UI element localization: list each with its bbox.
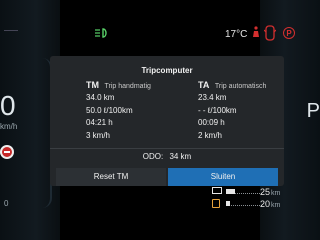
trip-auto-consumption: - - ℓ/100km: [198, 105, 237, 115]
outside-temperature: 17°C: [225, 29, 248, 40]
fuel-range-number: 20: [260, 199, 271, 209]
fuel-icon: [212, 199, 220, 208]
trip-auto-column: TA Trip automatisch 23.4 km - - ℓ/100km …: [198, 80, 266, 142]
electric-range-unit: km: [271, 190, 281, 197]
trip-auto-code: TA: [198, 80, 210, 90]
trip-auto-header: TA Trip automatisch: [198, 80, 266, 92]
lights-icon: [94, 27, 110, 39]
trip-manual-time: 04:21 h: [86, 118, 113, 127]
trip-manual-code: TM: [86, 80, 99, 90]
speed-unit: km/h: [0, 122, 18, 131]
fuel-range-unit: km: [271, 202, 281, 209]
car-doors-icon: [263, 24, 277, 47]
trip-auto-distance: 23.4 km: [198, 93, 227, 102]
dialog-divider: [50, 148, 284, 149]
trip-auto-subtitle: Trip automatisch: [214, 83, 267, 90]
electric-range-fill: [226, 189, 235, 194]
seatbelt-icon: [251, 26, 261, 42]
fuel-range-value: 20km: [260, 199, 280, 209]
gear-indicator: P: [306, 100, 320, 122]
trip-manual-distance: 34.0 km: [86, 93, 115, 102]
tripcomputer-dialog: Tripcomputer TM Trip handmatig 34.0 km 5…: [50, 56, 284, 186]
odometer-value: 34 km: [169, 152, 192, 161]
gauge-zero-label: 0: [4, 199, 9, 208]
trip-manual-speed: 3 km/h: [86, 130, 111, 140]
odometer: ODO: 34 km: [50, 152, 284, 161]
battery-icon: [212, 187, 222, 194]
dialog-title: Tripcomputer: [141, 66, 193, 75]
trip-manual-subtitle: Trip handmatig: [104, 83, 151, 90]
reset-tm-button[interactable]: Reset TM: [56, 168, 166, 186]
no-entry-icon: [0, 145, 14, 159]
trip-manual-header: TM Trip handmatig: [86, 80, 151, 92]
fuel-range-fill: [226, 201, 230, 206]
electric-range-number: 25: [260, 187, 271, 197]
range-indicators: 25km 20km: [212, 185, 312, 215]
electric-range-value: 25km: [260, 187, 280, 197]
trip-manual-column: TM Trip handmatig 34.0 km 50.0 ℓ/100km 0…: [86, 80, 151, 142]
parking-brake-icon: P: [283, 27, 295, 39]
odometer-label: ODO:: [142, 152, 164, 161]
trip-manual-consumption: 50.0 ℓ/100km: [86, 105, 133, 115]
top-left-indicator-icon: [4, 30, 18, 37]
fuel-range-track: [226, 203, 262, 206]
close-button[interactable]: Sluiten: [168, 168, 278, 186]
speed-readout: 0: [0, 90, 16, 121]
trip-auto-time: 00:09 h: [198, 118, 225, 127]
trip-auto-speed: 2 km/h: [198, 130, 223, 140]
